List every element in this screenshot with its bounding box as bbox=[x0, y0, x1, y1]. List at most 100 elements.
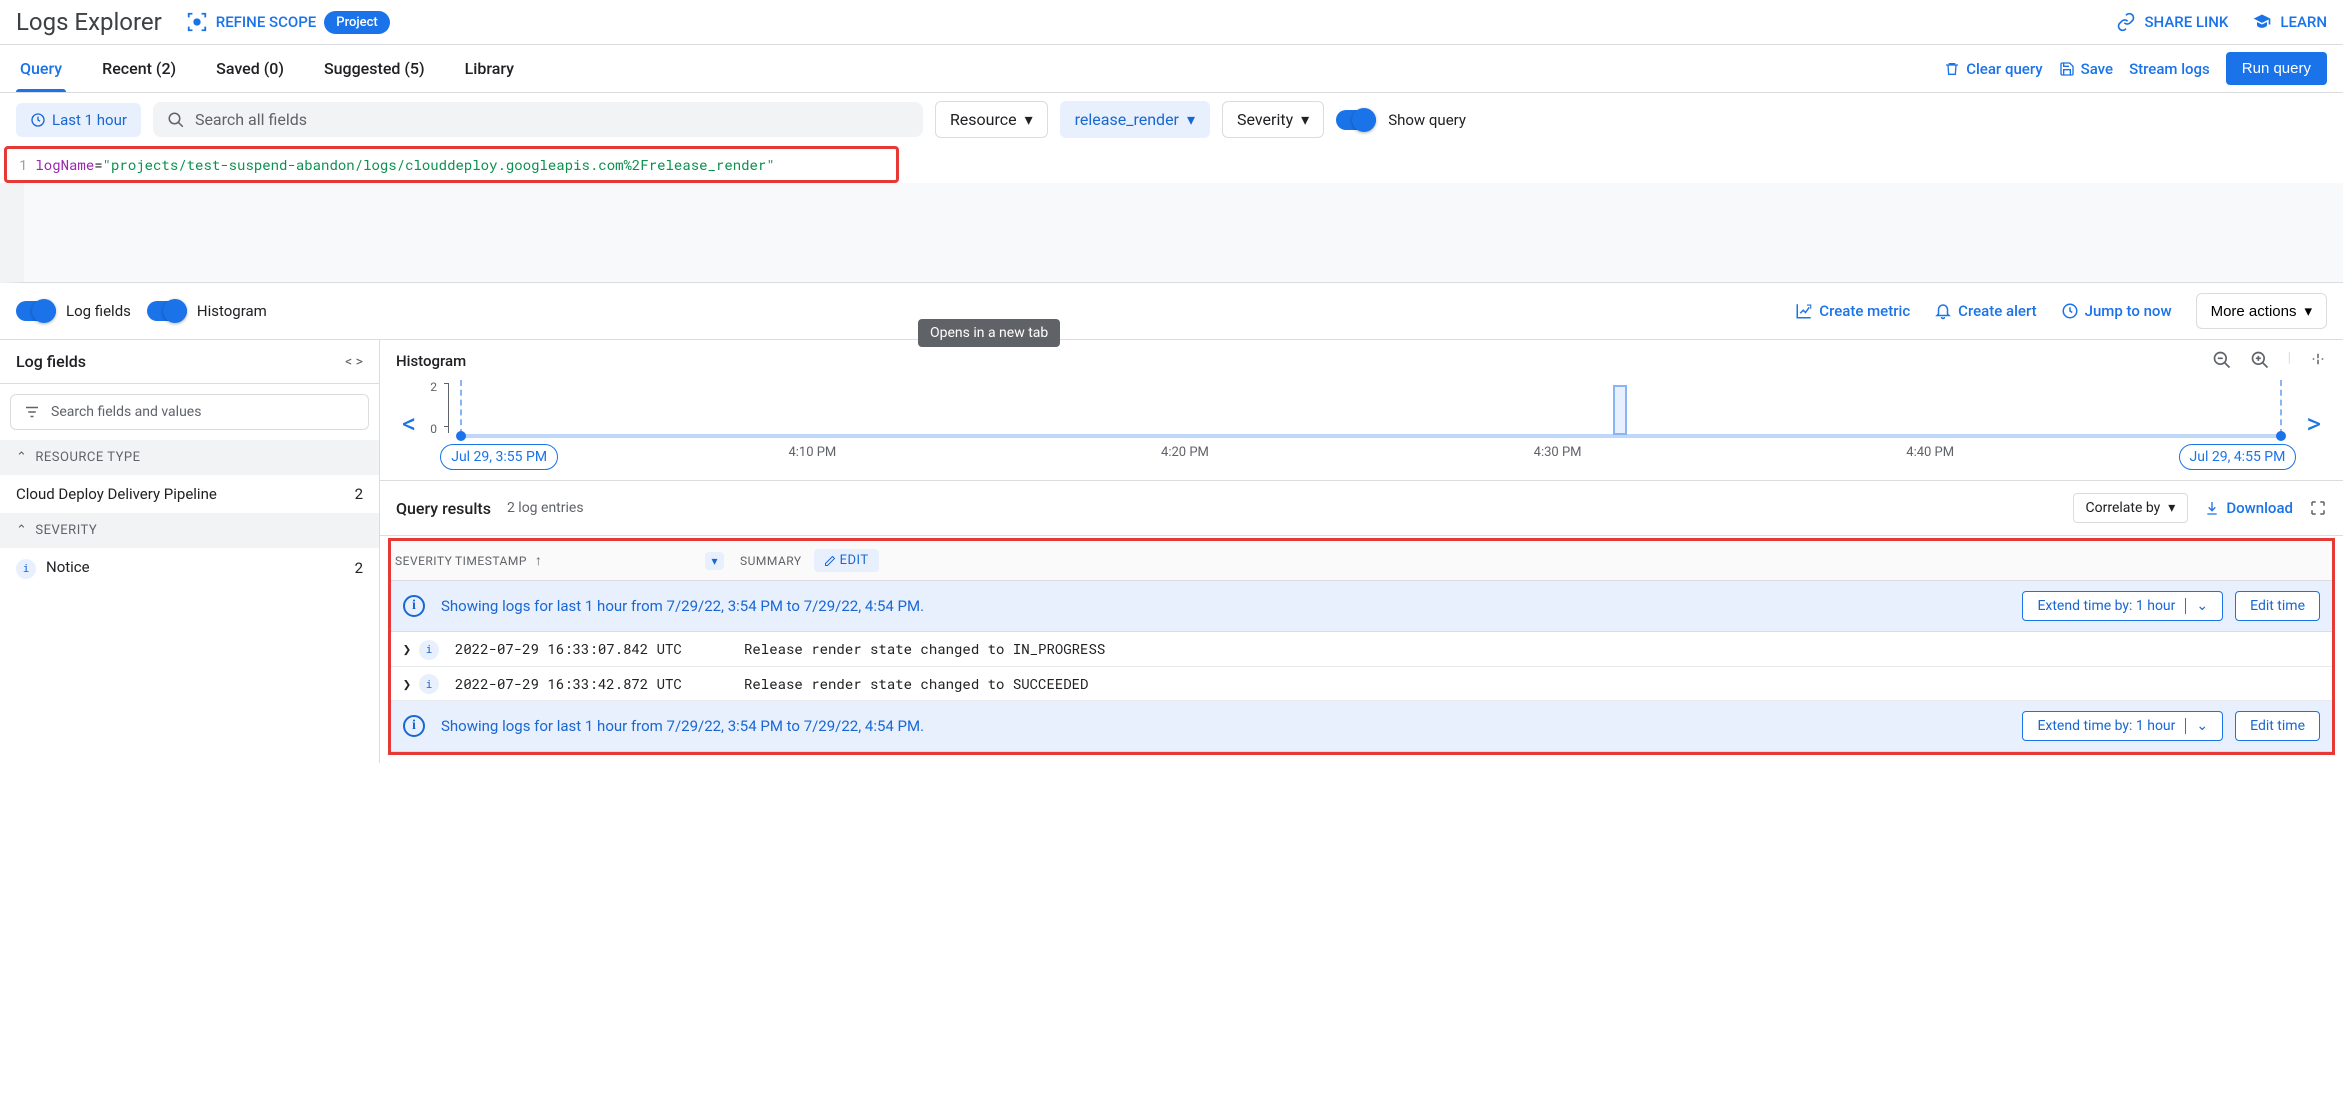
chevron-down-icon: ▾ bbox=[1301, 110, 1309, 129]
filter-icon bbox=[23, 403, 41, 421]
correlate-by-button[interactable]: Correlate by ▾ bbox=[2073, 493, 2189, 523]
chevron-down-icon: ▾ bbox=[1187, 110, 1195, 129]
share-link-label: SHARE LINK bbox=[2144, 13, 2228, 31]
tab-saved[interactable]: Saved (0) bbox=[212, 45, 288, 92]
chevron-down-icon: ▾ bbox=[1025, 110, 1033, 129]
create-alert-button[interactable]: Create alert bbox=[1934, 302, 2036, 320]
expand-icon[interactable]: ❯ bbox=[395, 674, 419, 693]
section-resource-type[interactable]: ⌃ RESOURCE TYPE bbox=[0, 440, 379, 475]
link-icon bbox=[2116, 12, 2136, 32]
more-actions-button[interactable]: More actions ▾ bbox=[2196, 293, 2327, 329]
learn-icon bbox=[2252, 12, 2272, 32]
timestamp-dropdown-button[interactable]: ▾ bbox=[705, 552, 724, 570]
edit-time-button[interactable]: Edit time bbox=[2235, 591, 2320, 621]
metric-icon bbox=[1795, 302, 1813, 320]
section-severity[interactable]: ⌃ SEVERITY bbox=[0, 513, 379, 548]
search-all-fields[interactable]: Search all fields bbox=[153, 102, 923, 137]
histogram-chart[interactable]: 2 0 . 4:10 PM 4:20 PM 4:30 PM bbox=[430, 378, 2292, 468]
logname-dropdown[interactable]: release_render ▾ bbox=[1060, 101, 1210, 138]
trash-icon bbox=[1944, 61, 1960, 77]
tab-suggested[interactable]: Suggested (5) bbox=[320, 45, 429, 92]
extend-time-label: Extend time by: 1 hour bbox=[2037, 598, 2175, 614]
create-alert-label: Create alert bbox=[1958, 302, 2036, 320]
resource-dropdown[interactable]: Resource ▾ bbox=[935, 101, 1048, 138]
extend-time-button[interactable]: Extend time by: 1 hour ⌄ bbox=[2022, 591, 2223, 621]
run-query-button[interactable]: Run query bbox=[2226, 52, 2327, 85]
more-actions-label: More actions bbox=[2211, 303, 2297, 320]
severity-dropdown[interactable]: Severity ▾ bbox=[1222, 101, 1324, 138]
severity-notice-icon: i bbox=[419, 640, 439, 660]
correlate-label: Correlate by bbox=[2086, 500, 2161, 516]
editor-background bbox=[0, 183, 2343, 283]
clock-icon bbox=[30, 112, 46, 128]
info-icon: i bbox=[403, 715, 425, 737]
refine-scope-label: REFINE SCOPE bbox=[216, 13, 317, 31]
download-icon bbox=[2204, 500, 2220, 516]
download-button[interactable]: Download bbox=[2204, 499, 2293, 517]
log-row[interactable]: ❯ i 2022-07-29 16:33:42.872 UTC Release … bbox=[391, 667, 2332, 702]
save-button[interactable]: Save bbox=[2059, 60, 2113, 78]
time-range-chip[interactable]: Last 1 hour bbox=[16, 103, 141, 137]
query-results-count: 2 log entries bbox=[507, 500, 584, 516]
query-results-title: Query results bbox=[396, 499, 491, 518]
histogram-start-badge[interactable]: Jul 29, 3:55 PM bbox=[440, 444, 558, 470]
histogram-track bbox=[460, 434, 2282, 438]
scope-project-chip[interactable]: Project bbox=[324, 11, 389, 34]
col-summary[interactable]: SUMMARY EDIT bbox=[736, 541, 2332, 580]
jump-to-now-button[interactable]: Jump to now bbox=[2061, 302, 2172, 320]
severity-item-label: Notice bbox=[46, 558, 90, 576]
nav-arrows[interactable]: < > bbox=[345, 354, 363, 370]
histogram-prev-button[interactable]: < bbox=[396, 407, 422, 440]
info-row-top: i Showing logs for last 1 hour from 7/29… bbox=[391, 581, 2332, 632]
show-query-toggle[interactable] bbox=[1336, 110, 1376, 130]
expand-icon[interactable]: ❯ bbox=[395, 639, 419, 658]
col-severity[interactable]: SEVERITY bbox=[391, 546, 451, 576]
learn-button[interactable]: LEARN bbox=[2252, 12, 2327, 32]
line-number: 1 bbox=[11, 155, 35, 174]
histogram-end-badge[interactable]: Jul 29, 4:55 PM bbox=[2179, 444, 2297, 470]
resource-label: Resource bbox=[950, 110, 1017, 129]
histogram-next-button[interactable]: > bbox=[2300, 407, 2327, 440]
extend-time-button[interactable]: Extend time by: 1 hour ⌄ bbox=[2022, 711, 2223, 741]
log-timestamp: 2022-07-29 16:33:42.872 UTC bbox=[449, 674, 734, 693]
section-severity-label: SEVERITY bbox=[35, 523, 97, 538]
zoom-in-icon[interactable] bbox=[2250, 350, 2270, 370]
share-link-button[interactable]: SHARE LINK bbox=[2116, 12, 2228, 32]
log-row[interactable]: ❯ i 2022-07-29 16:33:07.842 UTC Release … bbox=[391, 632, 2332, 667]
info-icon: i bbox=[16, 559, 36, 579]
clear-query-button[interactable]: Clear query bbox=[1944, 60, 2042, 78]
clock-icon bbox=[2061, 302, 2079, 320]
col-timestamp[interactable]: TIMESTAMP ↑ ▾ bbox=[451, 544, 736, 578]
tab-library[interactable]: Library bbox=[461, 45, 518, 92]
histogram-end-handle[interactable] bbox=[2276, 431, 2286, 441]
tab-recent[interactable]: Recent (2) bbox=[98, 45, 180, 92]
histogram-start-handle[interactable] bbox=[456, 431, 466, 441]
log-fields-toggle[interactable] bbox=[16, 301, 56, 321]
edit-summary-button[interactable]: EDIT bbox=[814, 549, 879, 572]
reset-zoom-icon[interactable] bbox=[2309, 350, 2327, 368]
query-key: logName bbox=[35, 155, 94, 174]
resource-type-item[interactable]: Cloud Deploy Delivery Pipeline 2 bbox=[0, 475, 379, 513]
stream-logs-button[interactable]: Stream logs bbox=[2129, 60, 2210, 78]
tab-query[interactable]: Query bbox=[16, 45, 66, 92]
edit-time-button[interactable]: Edit time bbox=[2235, 711, 2320, 741]
histogram-bar[interactable] bbox=[1613, 385, 1627, 435]
histogram-toggle[interactable] bbox=[147, 301, 187, 321]
search-placeholder: Search all fields bbox=[195, 110, 307, 129]
results-table: SEVERITY TIMESTAMP ↑ ▾ SUMMARY EDIT i Sh… bbox=[388, 538, 2335, 755]
time-range-label: Last 1 hour bbox=[52, 111, 127, 129]
zoom-out-icon[interactable] bbox=[2212, 350, 2232, 370]
log-summary: Release render state changed to SUCCEEDE… bbox=[734, 674, 2328, 693]
query-editor[interactable]: 1 logName="projects/test-suspend-abandon… bbox=[4, 146, 899, 183]
fullscreen-icon[interactable] bbox=[2309, 499, 2327, 517]
info-icon: i bbox=[403, 595, 425, 617]
edit-label: EDIT bbox=[840, 553, 869, 568]
create-metric-label: Create metric bbox=[1819, 302, 1910, 320]
severity-item[interactable]: iNotice 2 bbox=[0, 548, 379, 589]
chevron-down-icon[interactable]: ⌄ bbox=[2185, 598, 2208, 614]
search-fields-input[interactable]: Search fields and values bbox=[10, 394, 369, 430]
create-metric-button[interactable]: Create metric bbox=[1795, 302, 1910, 320]
refine-scope-button[interactable]: REFINE SCOPE Project bbox=[186, 11, 390, 34]
show-query-label: Show query bbox=[1388, 111, 1466, 129]
chevron-down-icon[interactable]: ⌄ bbox=[2185, 718, 2208, 734]
